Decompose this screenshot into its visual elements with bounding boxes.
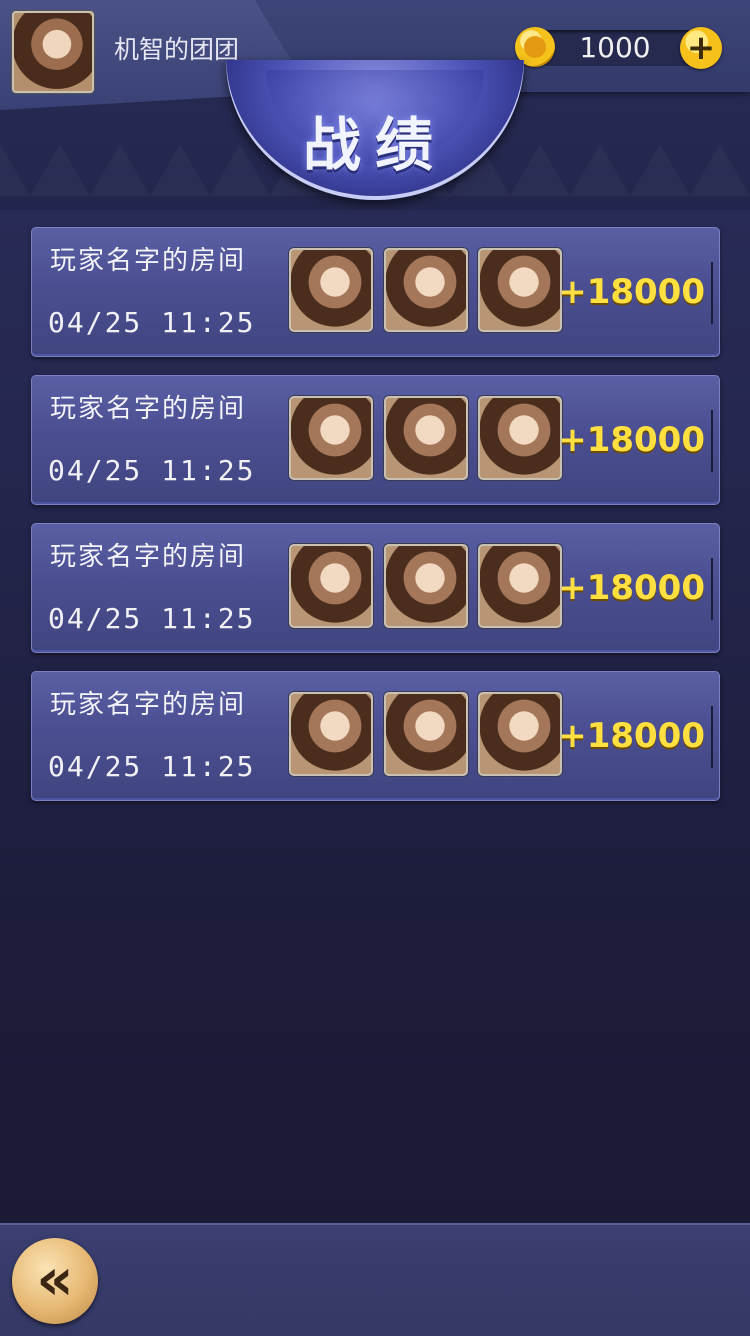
player-avatar xyxy=(478,248,562,332)
room-name: 玩家名字的房间 xyxy=(50,394,247,424)
score-value: +18000 xyxy=(558,420,705,460)
record-item[interactable]: 玩家名字的房间 04/25 11:25 +18000 xyxy=(31,375,720,505)
player-avatar xyxy=(478,692,562,776)
divider xyxy=(711,410,713,472)
player-avatar xyxy=(289,692,373,776)
room-name: 玩家名字的房间 xyxy=(50,542,247,572)
record-item[interactable]: 玩家名字的房间 04/25 11:25 +18000 xyxy=(31,671,720,801)
record-time: 04/25 11:25 xyxy=(48,306,256,339)
coin-balance: 1000 xyxy=(579,31,651,64)
player-avatar xyxy=(289,396,373,480)
player-avatar xyxy=(384,544,468,628)
divider xyxy=(711,706,713,768)
player-avatar xyxy=(384,396,468,480)
record-time: 04/25 11:25 xyxy=(48,602,256,635)
player-avatar xyxy=(289,544,373,628)
player-avatar xyxy=(478,396,562,480)
back-button[interactable]: « xyxy=(12,1238,98,1324)
room-name: 玩家名字的房间 xyxy=(50,690,247,720)
score-value: +18000 xyxy=(558,568,705,608)
player-avatar xyxy=(478,544,562,628)
score-value: +18000 xyxy=(558,272,705,312)
page-title: 战绩 xyxy=(302,111,447,179)
record-item[interactable]: 玩家名字的房间 04/25 11:25 +18000 xyxy=(31,523,720,653)
record-item[interactable]: 玩家名字的房间 04/25 11:25 +18000 xyxy=(31,227,720,357)
player-avatar xyxy=(384,692,468,776)
record-time: 04/25 11:25 xyxy=(48,750,256,783)
player-avatar xyxy=(384,248,468,332)
add-coins-button[interactable]: + xyxy=(680,27,722,69)
title-badge: 战绩 xyxy=(226,60,524,200)
player-avatar xyxy=(289,248,373,332)
room-name: 玩家名字的房间 xyxy=(50,246,247,276)
bottom-bar xyxy=(0,1223,750,1336)
avatar[interactable] xyxy=(12,11,94,93)
score-value: +18000 xyxy=(558,716,705,756)
record-list: 玩家名字的房间 04/25 11:25 +18000 玩家名字的房间 04/25… xyxy=(31,227,720,819)
divider xyxy=(711,262,713,324)
username: 机智的团团 xyxy=(114,35,240,64)
record-time: 04/25 11:25 xyxy=(48,454,256,487)
divider xyxy=(711,558,713,620)
